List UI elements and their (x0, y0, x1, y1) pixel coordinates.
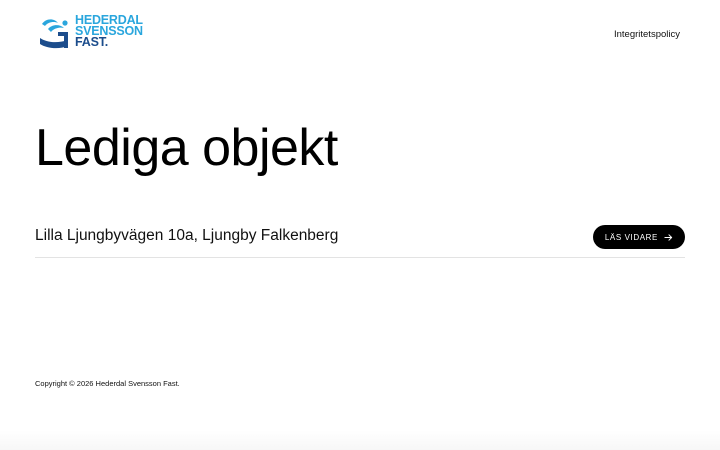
arrow-right-icon (664, 233, 673, 241)
listing-item: Lilla Ljungbyvägen 10a, Ljungby Falkenbe… (35, 222, 685, 258)
read-more-button[interactable]: LÄS VIDARE (592, 225, 685, 249)
logo-line-3: FAST. (75, 35, 109, 49)
listing-address[interactable]: Lilla Ljungbyvägen 10a, Ljungby Falkenbe… (35, 227, 338, 245)
footer-copyright: Copyright © 2026 Hederdal Svensson Fast. (35, 379, 180, 388)
page-bottom-band (0, 430, 720, 450)
logo-wordmark: HEDERDAL SVENSSON FAST. (75, 14, 143, 49)
page-title: Lediga objekt (35, 119, 338, 177)
site-logo[interactable]: HEDERDAL SVENSSON FAST. (38, 14, 158, 54)
privacy-policy-link[interactable]: Integritetspolicy (614, 29, 680, 40)
read-more-label: LÄS VIDARE (604, 232, 658, 242)
logo-mark-icon (40, 19, 68, 49)
site-header: HEDERDAL SVENSSON FAST. Integritetspolic… (0, 0, 720, 70)
